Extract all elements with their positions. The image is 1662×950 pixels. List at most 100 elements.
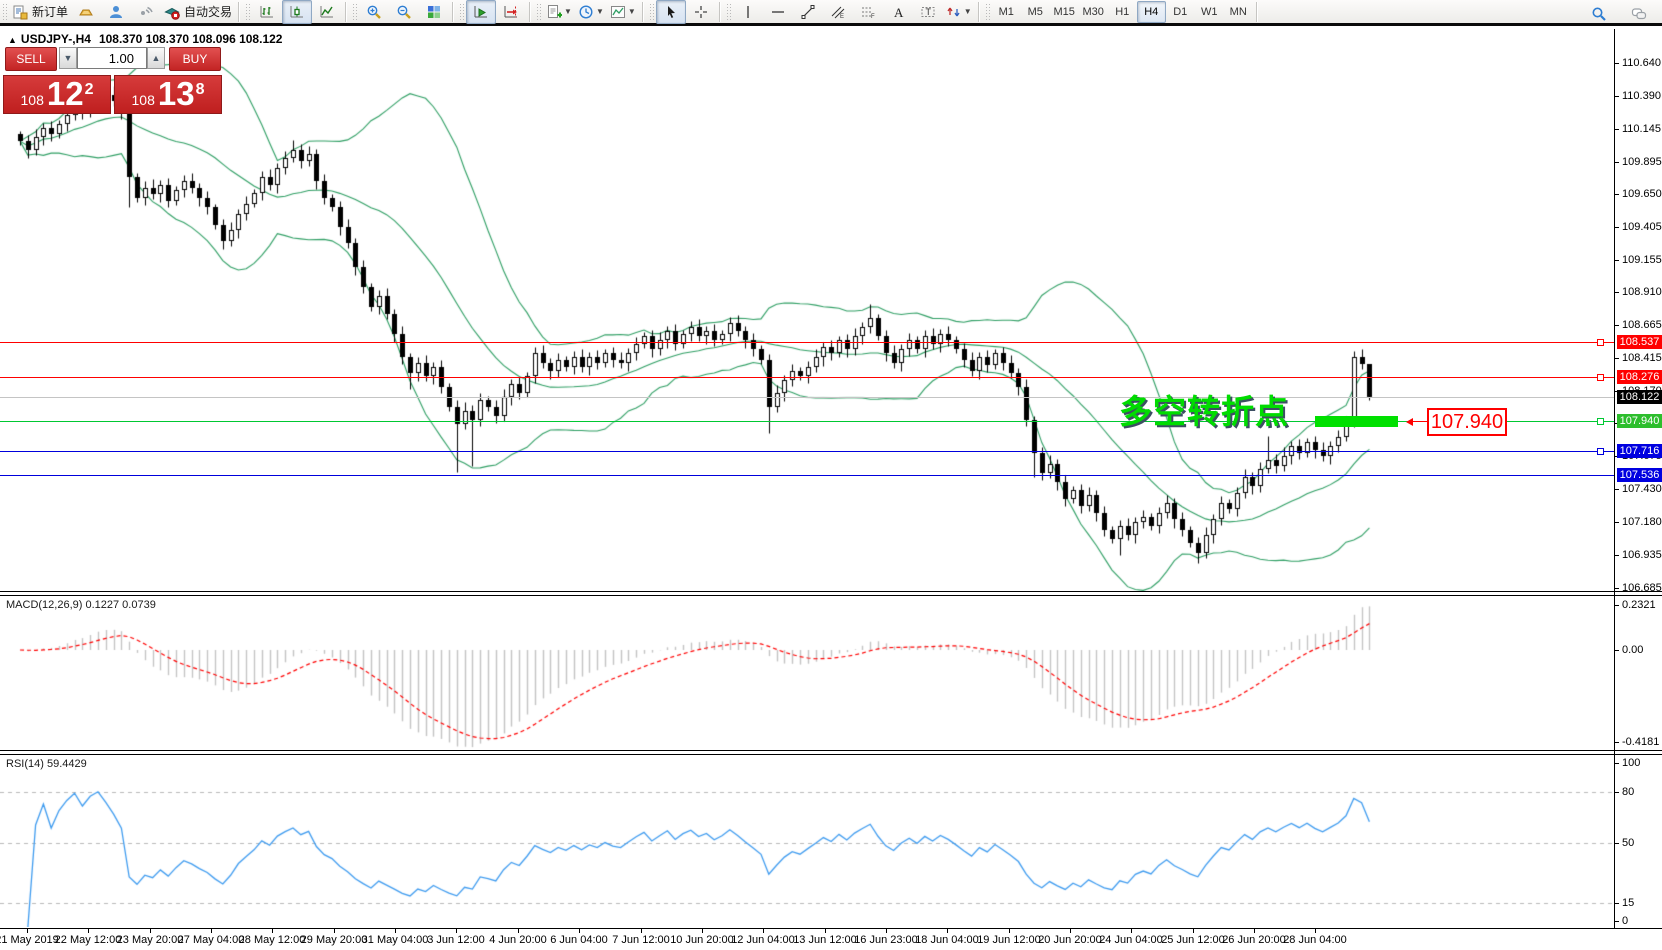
toolbar-drag-handle[interactable] (352, 3, 357, 21)
timeframe-d1-button[interactable]: D1 (1166, 1, 1195, 23)
hline-handle-icon[interactable] (1597, 339, 1604, 346)
toolbar-drag-handle[interactable] (985, 3, 990, 21)
macd-chart-canvas[interactable] (0, 596, 1614, 750)
price-chart-canvas[interactable] (0, 29, 1614, 591)
auto-scroll-button[interactable] (466, 0, 496, 24)
hline-107.536[interactable] (0, 475, 1614, 476)
sell-price-button[interactable]: 108 12 2 (3, 75, 111, 114)
hline-108.537[interactable] (0, 342, 1614, 343)
chart-shift-button[interactable] (496, 0, 526, 24)
chart-text-annotation[interactable]: 多空转折点 (1119, 385, 1289, 433)
timeframe-m30-button[interactable]: M30 (1079, 1, 1108, 23)
axis-tick (1615, 763, 1619, 764)
hline-108.276[interactable] (0, 377, 1614, 378)
time-axis-tick (150, 929, 151, 933)
dropdown-arrow-icon[interactable]: ▼ (964, 7, 972, 16)
time-axis-tick (825, 929, 826, 933)
toolbar-drag-handle[interactable] (649, 3, 654, 21)
toolbar-drag-handle[interactable] (245, 3, 250, 21)
toolbar-drag-handle[interactable] (459, 3, 464, 21)
date-label: 31 May 04:00 (362, 934, 429, 946)
sell-price-pips: 12 (47, 76, 84, 112)
fibonacci-button[interactable]: F (853, 0, 883, 24)
price-tick-label: 106.935 (1622, 549, 1662, 561)
timeframe-h4-button[interactable]: H4 (1137, 1, 1166, 23)
search-button[interactable] (1584, 2, 1614, 26)
axis-tick (1615, 227, 1619, 228)
new-order-button[interactable]: 新订单 (9, 0, 71, 24)
candlestick-button[interactable] (282, 0, 312, 24)
axis-tick (1615, 96, 1619, 97)
timeframe-h1-button[interactable]: H1 (1108, 1, 1137, 23)
vertical-line-button[interactable] (733, 0, 763, 24)
pivot-zone-rectangle[interactable] (1315, 416, 1398, 427)
gold-chart-button[interactable] (71, 0, 101, 24)
hline-price-badge: 107.940 (1617, 414, 1662, 428)
dropdown-arrow-icon[interactable]: ▼ (628, 7, 636, 16)
time-axis-tick (1070, 929, 1071, 933)
timeframe-m1-button[interactable]: M1 (992, 1, 1021, 23)
equidistant-channel-button[interactable]: E (823, 0, 853, 24)
community-icon (108, 4, 124, 20)
community-button[interactable] (101, 0, 131, 24)
hline-handle-icon[interactable] (1597, 374, 1604, 381)
signals-button[interactable] (131, 0, 161, 24)
timeframe-w1-button[interactable]: W1 (1195, 1, 1224, 23)
signals-icon (138, 4, 154, 20)
price-callout-label[interactable]: 107.940 (1427, 408, 1507, 436)
axis-tick (1615, 489, 1619, 490)
axis-tick (1615, 292, 1619, 293)
templates-button[interactable]: ▼ (607, 0, 639, 24)
date-label: 13 Jun 12:00 (793, 934, 857, 946)
volume-increase-button[interactable]: ▲ (147, 47, 165, 69)
timeframe-mn-button[interactable]: MN (1224, 1, 1253, 23)
buy-price-button[interactable]: 108 13 8 (114, 75, 222, 114)
buy-button[interactable]: BUY (169, 47, 221, 71)
zoom-in-button[interactable] (359, 0, 389, 24)
chat-button[interactable] (1624, 2, 1654, 26)
line-chart-button[interactable] (312, 0, 342, 24)
axis-tick (1615, 260, 1619, 261)
time-axis-tick (88, 929, 89, 933)
toolbar-drag-handle[interactable] (2, 3, 7, 21)
text-label-button[interactable]: T (913, 0, 943, 24)
text-button[interactable]: A (883, 0, 913, 24)
volume-input[interactable] (77, 47, 147, 69)
dropdown-arrow-icon[interactable]: ▼ (564, 7, 572, 16)
time-axis[interactable]: 21 May 201922 May 12:0023 May 20:0027 Ma… (0, 928, 1662, 950)
volume-decrease-button[interactable]: ▼ (59, 47, 77, 69)
crosshair-button[interactable] (686, 0, 716, 24)
axis-tick (1615, 555, 1619, 556)
tile-windows-button[interactable] (419, 0, 449, 24)
time-axis-tick (1131, 929, 1132, 933)
hline-handle-icon[interactable] (1597, 448, 1604, 455)
trendline-button[interactable] (793, 0, 823, 24)
rsi-tick-label: 0 (1622, 915, 1628, 927)
bar-chart-button[interactable] (252, 0, 282, 24)
collapse-triangle-icon[interactable]: ▲ (8, 35, 17, 45)
date-label: 10 Jun 20:00 (670, 934, 734, 946)
timeframe-m15-button[interactable]: M15 (1050, 1, 1079, 23)
time-axis-tick (518, 929, 519, 933)
price-axis[interactable]: 110.640110.390110.145109.895109.650109.4… (1614, 29, 1662, 928)
indicators-button[interactable]: ▼ (543, 0, 575, 24)
dropdown-arrow-icon[interactable]: ▼ (596, 7, 604, 16)
horizontal-line-button[interactable] (763, 0, 793, 24)
periods-button[interactable]: ▼ (575, 0, 607, 24)
hline-107.716[interactable] (0, 451, 1614, 452)
cursor-button[interactable] (656, 0, 686, 24)
zoom-out-button[interactable] (389, 0, 419, 24)
rsi-chart-canvas[interactable] (0, 755, 1614, 927)
svg-text:A: A (894, 5, 904, 20)
chat-icon (1631, 6, 1647, 22)
time-axis-tick (579, 929, 580, 933)
crosshair-icon (693, 4, 709, 20)
hline-handle-icon[interactable] (1597, 418, 1604, 425)
autotrade-button[interactable]: 自动交易 (161, 0, 235, 24)
sell-button[interactable]: SELL (5, 47, 57, 71)
chart-shift-icon (503, 4, 519, 20)
timeframe-m5-button[interactable]: M5 (1021, 1, 1050, 23)
toolbar-drag-handle[interactable] (726, 3, 731, 21)
toolbar-drag-handle[interactable] (536, 3, 541, 21)
arrows-button[interactable]: ▼ (943, 0, 975, 24)
